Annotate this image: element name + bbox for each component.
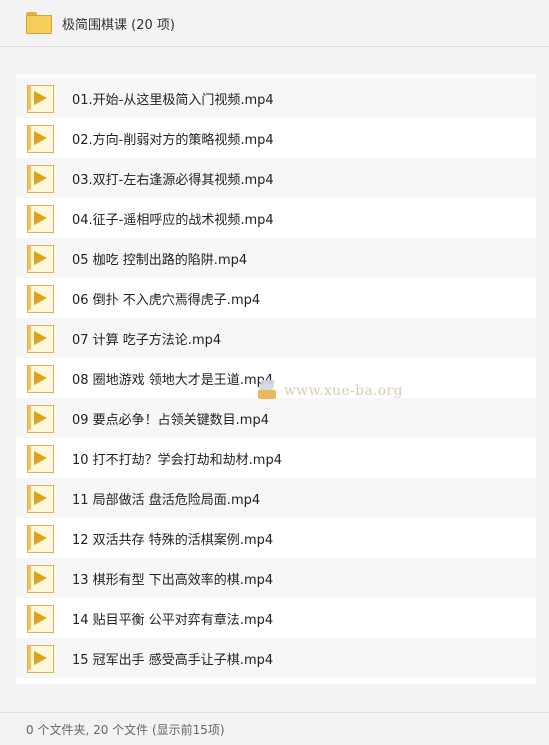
file-row[interactable]: 01.开始-从这里极简入门视频.mp4 <box>16 78 536 118</box>
video-file-icon <box>26 404 54 433</box>
file-name: 01.开始-从这里极简入门视频.mp4 <box>72 92 274 108</box>
status-bar: 0 个文件夹, 20 个文件 (显示前15项) <box>0 712 549 745</box>
file-row[interactable]: 13 棋形有型 下出高效率的棋.mp4 <box>16 558 536 598</box>
file-row[interactable]: 12 双活共存 特殊的活棋案例.mp4 <box>16 518 536 558</box>
file-name: 04.征子-遥相呼应的战术视频.mp4 <box>72 212 274 228</box>
file-name: 09 要点必争！占领关键数目.mp4 <box>72 412 269 428</box>
file-name: 13 棋形有型 下出高效率的棋.mp4 <box>72 572 274 588</box>
file-name: 12 双活共存 特殊的活棋案例.mp4 <box>72 532 274 548</box>
file-row[interactable]: 04.征子-遥相呼应的战术视频.mp4 <box>16 198 536 238</box>
video-file-icon <box>26 324 54 353</box>
file-name: 14 贴目平衡 公平对弈有章法.mp4 <box>72 612 274 628</box>
video-file-icon <box>26 204 54 233</box>
file-row[interactable]: 02.方向-削弱对方的策略视频.mp4 <box>16 118 536 158</box>
status-text: 0 个文件夹, 20 个文件 (显示前15项) <box>26 722 225 737</box>
file-name: 05 枷吃 控制出路的陷阱.mp4 <box>72 252 248 268</box>
video-file-icon <box>26 364 54 393</box>
folder-icon <box>26 12 52 34</box>
file-name: 11 局部做活 盘活危险局面.mp4 <box>72 492 261 508</box>
file-row[interactable]: 07 计算 吃子方法论.mp4 <box>16 318 536 358</box>
file-name: 02.方向-削弱对方的策略视频.mp4 <box>72 132 274 148</box>
video-file-icon <box>26 604 54 633</box>
file-row[interactable]: 10 打不打劫？学会打劫和劫材.mp4 <box>16 438 536 478</box>
file-row[interactable]: 09 要点必争！占领关键数目.mp4 <box>16 398 536 438</box>
file-name: 03.双打-左右逢源必得其视频.mp4 <box>72 172 274 188</box>
video-file-icon <box>26 484 54 513</box>
file-row[interactable]: 11 局部做活 盘活危险局面.mp4 <box>16 478 536 518</box>
video-file-icon <box>26 164 54 193</box>
file-name: 08 圈地游戏 领地大才是王道.mp4 <box>72 372 274 388</box>
file-row[interactable]: 14 贴目平衡 公平对弈有章法.mp4 <box>16 598 536 638</box>
video-file-icon <box>26 564 54 593</box>
file-name: 07 计算 吃子方法论.mp4 <box>72 332 222 348</box>
video-file-icon <box>26 84 54 113</box>
file-row[interactable]: 06 倒扑 不入虎穴焉得虎子.mp4 <box>16 278 536 318</box>
folder-title: 极简围棋课 (20 项) <box>62 17 175 33</box>
file-name: 15 冠军出手 感受高手让子棋.mp4 <box>72 652 274 668</box>
file-row[interactable]: 15 冠军出手 感受高手让子棋.mp4 <box>16 638 536 678</box>
file-row[interactable]: 05 枷吃 控制出路的陷阱.mp4 <box>16 238 536 278</box>
video-file-icon <box>26 284 54 313</box>
video-file-icon <box>26 524 54 553</box>
file-list: 01.开始-从这里极简入门视频.mp4 02.方向-削弱对方的策略视频.mp4 03… <box>16 74 536 684</box>
video-file-icon <box>26 244 54 273</box>
video-file-icon <box>26 644 54 673</box>
file-row[interactable]: 03.双打-左右逢源必得其视频.mp4 <box>16 158 536 198</box>
watermark-logo-icon <box>258 380 278 402</box>
watermark-text: www.xue-ba.org <box>284 383 403 399</box>
file-name: 10 打不打劫？学会打劫和劫材.mp4 <box>72 452 282 468</box>
video-file-icon <box>26 444 54 473</box>
folder-header: 极简围棋课 (20 项) <box>0 0 549 47</box>
watermark: www.xue-ba.org <box>258 380 403 402</box>
video-file-icon <box>26 124 54 153</box>
file-name: 06 倒扑 不入虎穴焉得虎子.mp4 <box>72 292 261 308</box>
